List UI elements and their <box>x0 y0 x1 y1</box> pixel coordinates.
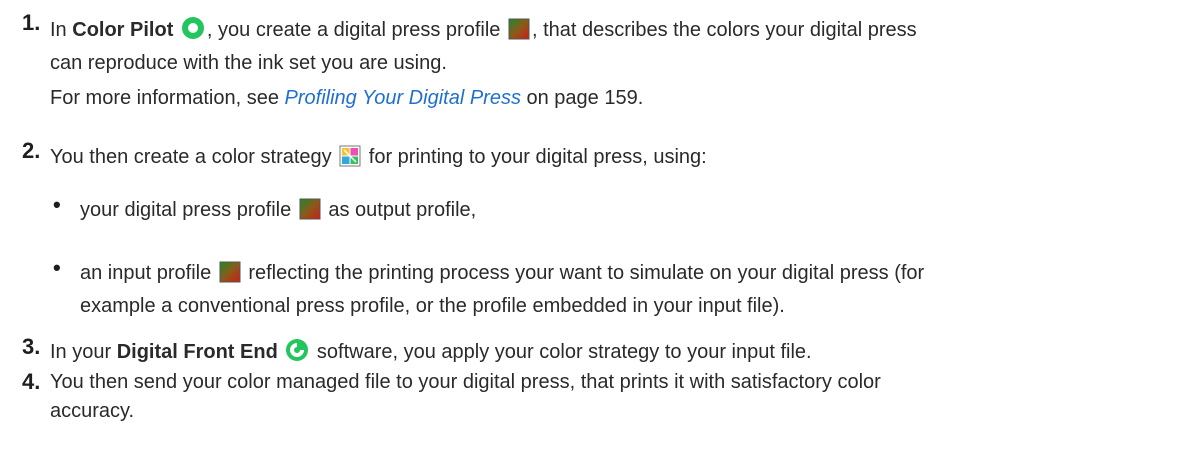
step-1-text: In Color Pilot , you create a digital pr… <box>50 16 1170 78</box>
link-profiling-digital-press[interactable]: Profiling Your Digital Press <box>285 87 521 109</box>
step-text: for printing to your digital press, usin… <box>363 146 707 168</box>
step-number: 3. <box>22 334 41 359</box>
step-text: In <box>50 19 73 41</box>
step-text: , you create a digital press profile <box>206 19 506 41</box>
bullet-text: your digital press profile <box>80 199 297 221</box>
app-name-color-pilot: Color Pilot <box>72 19 174 41</box>
profile-icon <box>219 261 241 292</box>
document-page: 1. In Color Pilot , you create a digital… <box>0 0 1195 455</box>
step-text: , that describes the colors your digital… <box>531 19 917 41</box>
profile-icon <box>299 198 321 229</box>
bullet-symbol: • <box>53 255 61 280</box>
color-strategy-icon <box>339 145 361 176</box>
step-number: 1. <box>22 10 41 35</box>
step-4-text: You then send your color managed file to… <box>50 368 1170 426</box>
info-text: For more information, see <box>50 87 285 109</box>
info-text: on page 159. <box>520 87 644 109</box>
bullet-1-text: your digital press profile as output pro… <box>80 196 1170 229</box>
bullet-2-text: an input profile reflecting the printing… <box>80 259 1170 321</box>
step-text: You then send your color managed file to… <box>50 371 881 393</box>
step-2-text: You then create a color strategy for pri… <box>50 143 1170 176</box>
step-number: 4. <box>22 369 41 394</box>
bullet-symbol: • <box>53 192 61 217</box>
step-number: 2. <box>22 138 41 163</box>
bullet-text: reflecting the printing process your wan… <box>242 262 925 284</box>
color-pilot-app-icon <box>181 16 205 49</box>
bullet-text: as output profile, <box>322 199 477 221</box>
step-text: software, you apply your color strategy … <box>311 341 812 363</box>
profile-icon <box>508 18 530 49</box>
step-text: In your <box>50 341 117 363</box>
step-1-info: For more information, see Profiling Your… <box>50 84 1170 113</box>
bullet-text: example a conventional press profile, or… <box>80 295 785 317</box>
bullet-text: an input profile <box>80 262 217 284</box>
step-3-text: In your Digital Front End software, you … <box>50 338 1170 371</box>
app-name-digital-front-end: Digital Front End <box>116 341 278 363</box>
step-text: can reproduce with the ink set you are u… <box>50 52 447 74</box>
step-text: accuracy. <box>50 400 135 422</box>
step-text: You then create a color strategy <box>50 146 338 168</box>
digital-front-end-app-icon <box>285 338 309 371</box>
